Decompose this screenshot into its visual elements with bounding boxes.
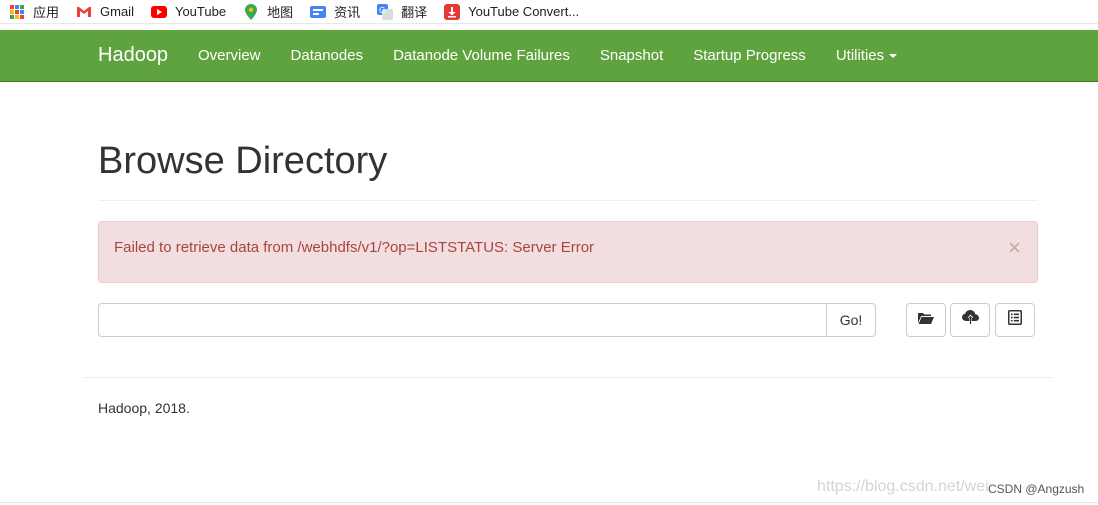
- go-button[interactable]: Go!: [826, 303, 876, 337]
- list-alt-icon: [1008, 310, 1022, 330]
- bookmark-label: YouTube Convert...: [468, 4, 580, 19]
- nav-datanodes[interactable]: Datanodes: [276, 30, 379, 81]
- gmail-icon: [76, 4, 92, 20]
- translate-icon: G: [377, 3, 394, 20]
- close-icon[interactable]: ×: [1008, 237, 1021, 259]
- nav-datanode-volume-failures[interactable]: Datanode Volume Failures: [378, 30, 585, 81]
- upload-button[interactable]: [950, 303, 990, 337]
- bottom-divider: [0, 502, 1098, 503]
- bookmark-label: 翻译: [401, 5, 428, 20]
- top-navbar: Hadoop Overview Datanodes Datanode Volum…: [0, 30, 1098, 82]
- bookmark-label: YouTube: [174, 4, 227, 19]
- navbar-brand[interactable]: Hadoop: [98, 44, 168, 67]
- nav-snapshot[interactable]: Snapshot: [585, 30, 678, 81]
- directory-path-input[interactable]: [98, 303, 826, 337]
- bookmark-maps[interactable]: 地图: [243, 2, 293, 21]
- alert-message: Failed to retrieve data from /webhdfs/v1…: [114, 239, 595, 256]
- create-directory-button[interactable]: [906, 303, 946, 337]
- bookmark-translate[interactable]: G 翻译: [377, 2, 427, 21]
- nav-utilities-dropdown[interactable]: Utilities: [821, 30, 912, 81]
- caret-down-icon: [889, 53, 898, 58]
- bookmark-label: 资讯: [334, 5, 361, 20]
- apps-grid-icon: [9, 4, 25, 20]
- youtube-icon: [150, 4, 167, 20]
- cloud-upload-icon: [961, 310, 979, 330]
- bookmark-youtube-converter[interactable]: YouTube Convert...: [444, 3, 580, 20]
- footer-divider: [83, 377, 1053, 378]
- maps-pin-icon: [243, 3, 259, 20]
- nav-overview[interactable]: Overview: [183, 30, 276, 81]
- bookmarks-bar: 应用 Gmail YouTube 地图 资讯 G 翻译 YouTube Conv…: [0, 0, 1098, 24]
- folder-open-icon: [918, 311, 934, 330]
- navbar-menu: Overview Datanodes Datanode Volume Failu…: [183, 30, 912, 81]
- news-icon: [310, 4, 327, 20]
- svg-text:G: G: [379, 6, 385, 15]
- watermark-url: https://blog.csdn.net/wei: [817, 478, 989, 495]
- bookmark-label: Gmail: [100, 4, 134, 19]
- bookmark-apps[interactable]: 应用: [9, 2, 59, 21]
- bookmark-gmail[interactable]: Gmail: [76, 4, 134, 20]
- header-divider: [98, 200, 1038, 201]
- footer-copyright: Hadoop, 2018.: [98, 400, 190, 416]
- cut-paste-list-button[interactable]: [995, 303, 1035, 337]
- bookmark-label: 地图: [267, 5, 294, 20]
- bookmark-news[interactable]: 资讯: [310, 2, 360, 21]
- page-title: Browse Directory: [98, 140, 388, 182]
- bookmark-youtube[interactable]: YouTube: [150, 4, 227, 20]
- directory-path-group: Go!: [98, 303, 876, 337]
- download-icon: [444, 3, 461, 20]
- error-alert: Failed to retrieve data from /webhdfs/v1…: [98, 221, 1038, 283]
- nav-startup-progress[interactable]: Startup Progress: [678, 30, 821, 81]
- nav-utilities-label: Utilities: [835, 47, 885, 64]
- watermark-author: CSDN @Angzush: [988, 482, 1085, 496]
- bookmark-label: 应用: [33, 5, 60, 20]
